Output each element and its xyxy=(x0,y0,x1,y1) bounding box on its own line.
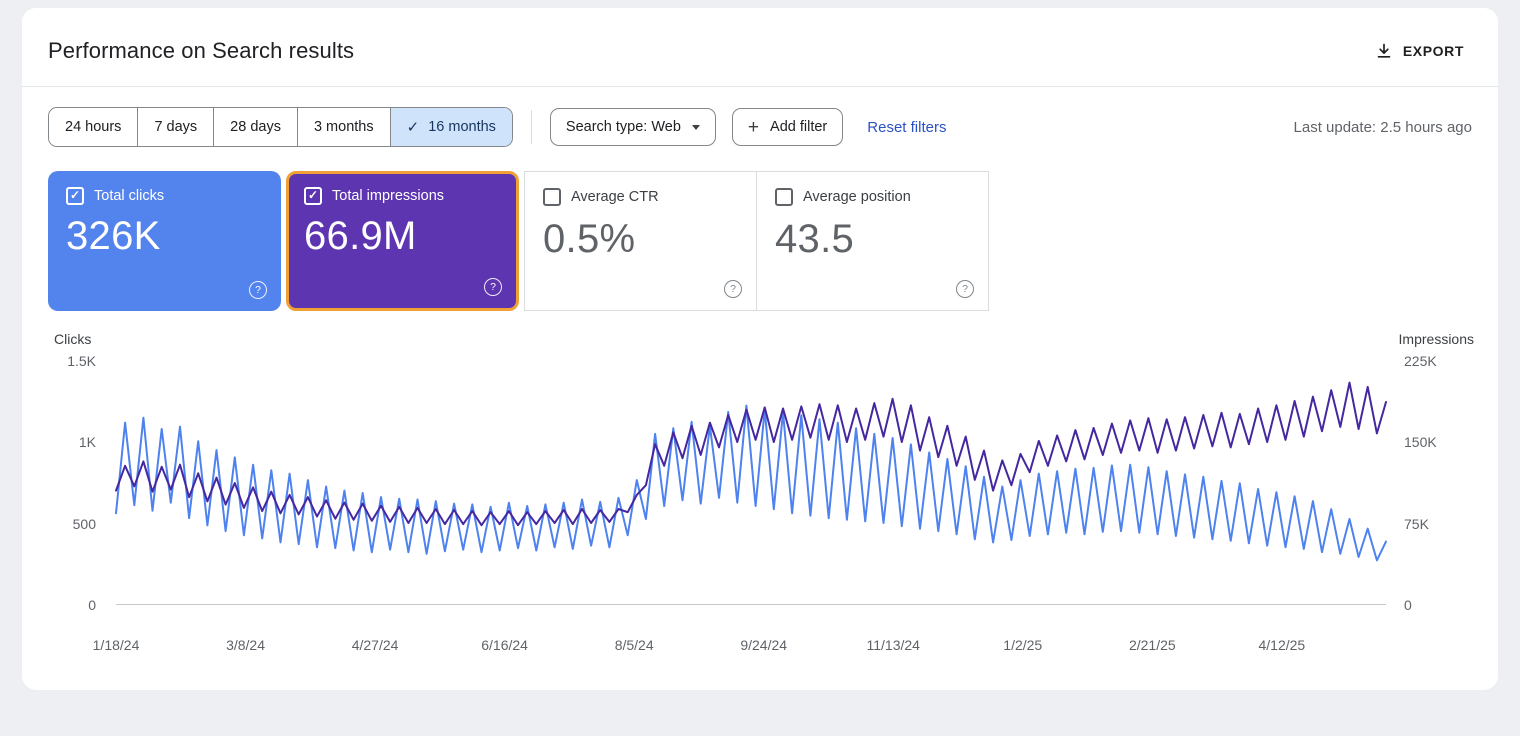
tab-label: 28 days xyxy=(230,119,281,135)
x-tick-label: 11/13/24 xyxy=(867,637,920,653)
metric-card-total-impressions[interactable]: Total impressions 66.9M ? xyxy=(286,171,519,311)
checkbox-average-position[interactable] xyxy=(775,188,793,206)
tab-label: 24 hours xyxy=(65,119,121,135)
date-range-tabs: 24 hours 7 days 28 days 3 months ✓ 16 mo… xyxy=(48,107,513,147)
plus-icon: + xyxy=(748,118,759,137)
reset-filters-link[interactable]: Reset filters xyxy=(867,119,946,136)
vertical-divider xyxy=(531,110,532,144)
performance-chart: Clicks Impressions 1.5K 1K 500 0 225K 15… xyxy=(46,331,1474,661)
right-axis-title: Impressions xyxy=(1399,331,1474,347)
checkbox-average-ctr[interactable] xyxy=(543,188,561,206)
y-tick-label: 1K xyxy=(79,434,96,450)
x-tick-label: 9/24/24 xyxy=(740,637,787,653)
left-axis-title: Clicks xyxy=(54,331,91,347)
metric-card-average-position[interactable]: Average position 43.5 ? xyxy=(756,171,989,311)
x-tick-label: 4/27/24 xyxy=(352,637,399,653)
download-icon xyxy=(1375,42,1393,60)
tab-16-months[interactable]: ✓ 16 months xyxy=(390,108,512,146)
tab-label: 7 days xyxy=(154,119,197,135)
checkbox-total-impressions[interactable] xyxy=(304,187,322,205)
tab-label: 3 months xyxy=(314,119,374,135)
last-update-text: Last update: 2.5 hours ago xyxy=(1294,119,1472,136)
metric-cards: Total clicks 326K ? Total impressions 66… xyxy=(48,171,1472,311)
main-panel: Performance on Search results EXPORT 24 … xyxy=(22,8,1498,690)
caret-down-icon xyxy=(692,125,700,130)
tab-28-days[interactable]: 28 days xyxy=(213,108,297,146)
chart-xlabels: 1/18/243/8/244/27/246/16/248/5/249/24/24… xyxy=(116,637,1386,657)
metric-label: Average position xyxy=(803,189,911,205)
y-tick-label: 0 xyxy=(88,597,96,613)
add-filter-button[interactable]: + Add filter xyxy=(732,108,843,146)
y-tick-label: 150K xyxy=(1404,434,1437,450)
metric-card-total-clicks[interactable]: Total clicks 326K ? xyxy=(48,171,281,311)
export-label: EXPORT xyxy=(1403,43,1464,59)
header: Performance on Search results EXPORT xyxy=(22,8,1498,86)
x-tick-label: 1/2/25 xyxy=(1003,637,1042,653)
help-icon[interactable]: ? xyxy=(249,281,267,299)
metric-label: Total clicks xyxy=(94,188,164,204)
y-tick-label: 1.5K xyxy=(67,353,96,369)
y-tick-label: 225K xyxy=(1404,353,1437,369)
metric-value: 43.5 xyxy=(775,217,970,262)
metric-card-header: Total clicks xyxy=(66,187,263,205)
metric-label: Total impressions xyxy=(332,188,444,204)
search-type-dropdown[interactable]: Search type: Web xyxy=(550,108,716,146)
tab-24-hours[interactable]: 24 hours xyxy=(49,108,137,146)
page-title: Performance on Search results xyxy=(48,38,354,64)
y-tick-label: 500 xyxy=(73,516,96,532)
tab-7-days[interactable]: 7 days xyxy=(137,108,213,146)
checkbox-total-clicks[interactable] xyxy=(66,187,84,205)
filter-bar: 24 hours 7 days 28 days 3 months ✓ 16 mo… xyxy=(48,107,1472,147)
left-axis-ticks: 1.5K 1K 500 0 xyxy=(46,361,108,605)
series-clicks xyxy=(116,406,1386,561)
metric-value: 326K xyxy=(66,214,263,259)
help-icon[interactable]: ? xyxy=(724,280,742,298)
check-icon: ✓ xyxy=(407,118,420,136)
x-tick-label: 6/16/24 xyxy=(481,637,528,653)
chart-plot[interactable] xyxy=(116,361,1386,605)
y-tick-label: 75K xyxy=(1404,516,1429,532)
metric-value: 0.5% xyxy=(543,217,738,262)
header-divider xyxy=(22,86,1498,87)
y-tick-label: 0 xyxy=(1404,597,1412,613)
tab-3-months[interactable]: 3 months xyxy=(297,108,390,146)
help-icon[interactable]: ? xyxy=(956,280,974,298)
tab-label: 16 months xyxy=(428,119,496,135)
export-button[interactable]: EXPORT xyxy=(1369,41,1470,61)
metric-card-header: Average position xyxy=(775,188,970,206)
search-type-label: Search type: Web xyxy=(566,119,681,135)
metric-card-header: Total impressions xyxy=(304,187,501,205)
x-tick-label: 8/5/24 xyxy=(615,637,654,653)
metric-value: 66.9M xyxy=(304,214,501,259)
x-tick-label: 2/21/25 xyxy=(1129,637,1176,653)
right-axis-ticks: 225K 150K 75K 0 xyxy=(1390,361,1474,605)
metric-card-header: Average CTR xyxy=(543,188,738,206)
x-tick-label: 1/18/24 xyxy=(93,637,140,653)
x-tick-label: 4/12/25 xyxy=(1259,637,1306,653)
metric-label: Average CTR xyxy=(571,189,659,205)
x-tick-label: 3/8/24 xyxy=(226,637,265,653)
metric-card-average-ctr[interactable]: Average CTR 0.5% ? xyxy=(524,171,757,311)
help-icon[interactable]: ? xyxy=(484,278,502,296)
add-filter-label: Add filter xyxy=(770,119,827,135)
